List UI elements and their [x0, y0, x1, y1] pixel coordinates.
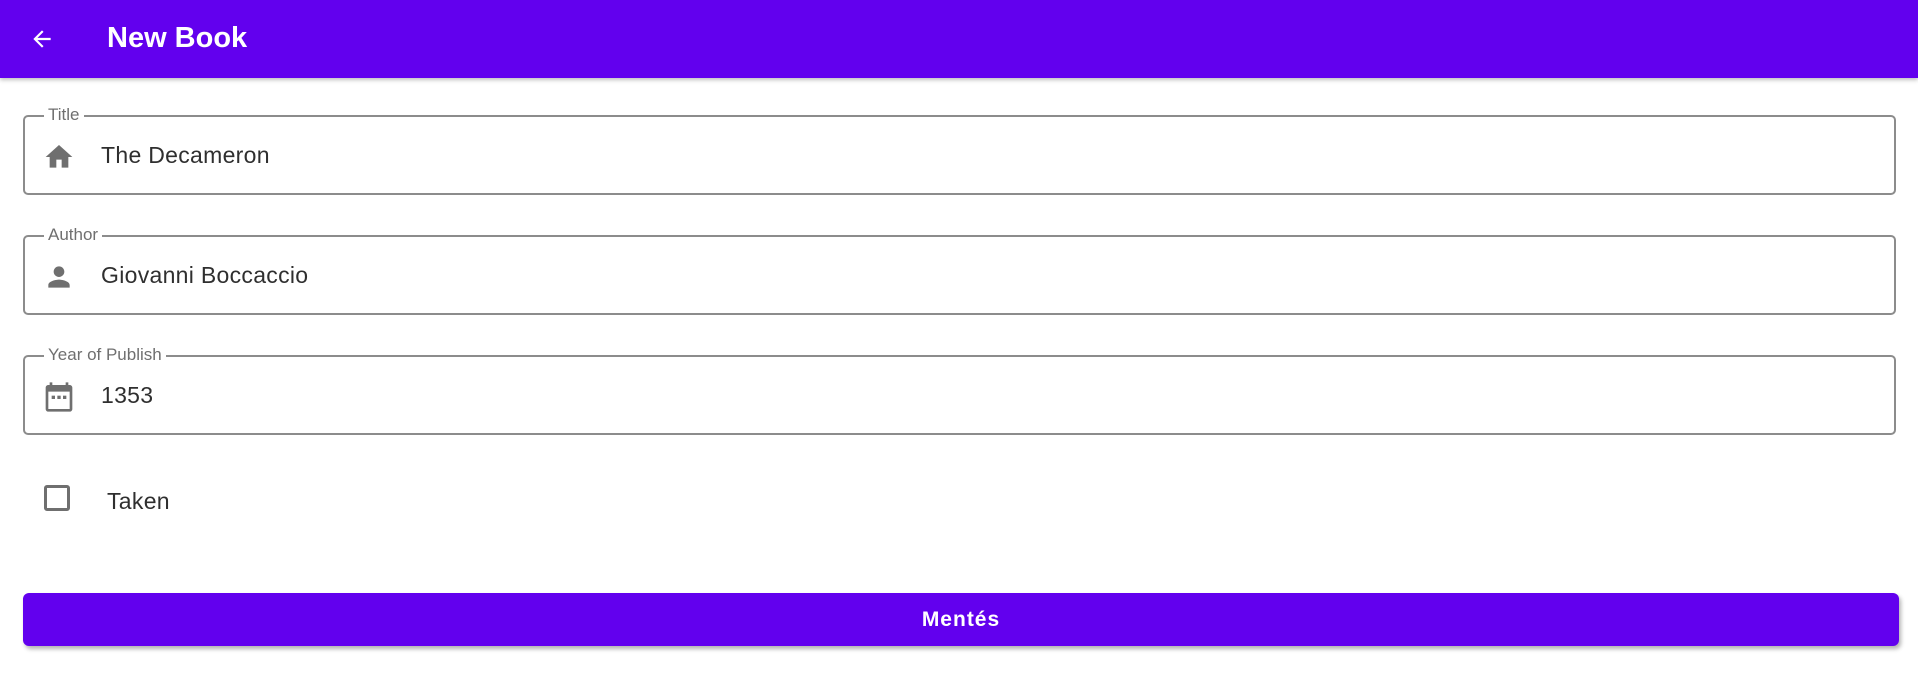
year-of-publish-field[interactable]: Year of Publish: [23, 345, 1896, 435]
author-input[interactable]: [101, 237, 1861, 313]
person-icon: [43, 261, 75, 293]
author-field[interactable]: Author: [23, 225, 1896, 315]
app-bar: New Book: [0, 0, 1918, 78]
arrow-back-icon: [33, 30, 51, 48]
save-button[interactable]: Mentés: [23, 593, 1899, 646]
title-field[interactable]: Title: [23, 105, 1896, 195]
page-title: New Book: [107, 22, 248, 54]
title-input[interactable]: [101, 117, 1861, 193]
calendar-icon: [43, 381, 75, 413]
title-field-label: Title: [44, 105, 84, 125]
taken-checkbox-label: Taken: [107, 488, 170, 514]
taken-checkbox[interactable]: [44, 485, 70, 511]
year-input[interactable]: [101, 357, 1861, 433]
author-field-label: Author: [44, 225, 103, 245]
taken-checkbox-row[interactable]: Taken: [23, 470, 423, 530]
back-button[interactable]: [22, 19, 62, 59]
home-icon: [43, 141, 75, 173]
